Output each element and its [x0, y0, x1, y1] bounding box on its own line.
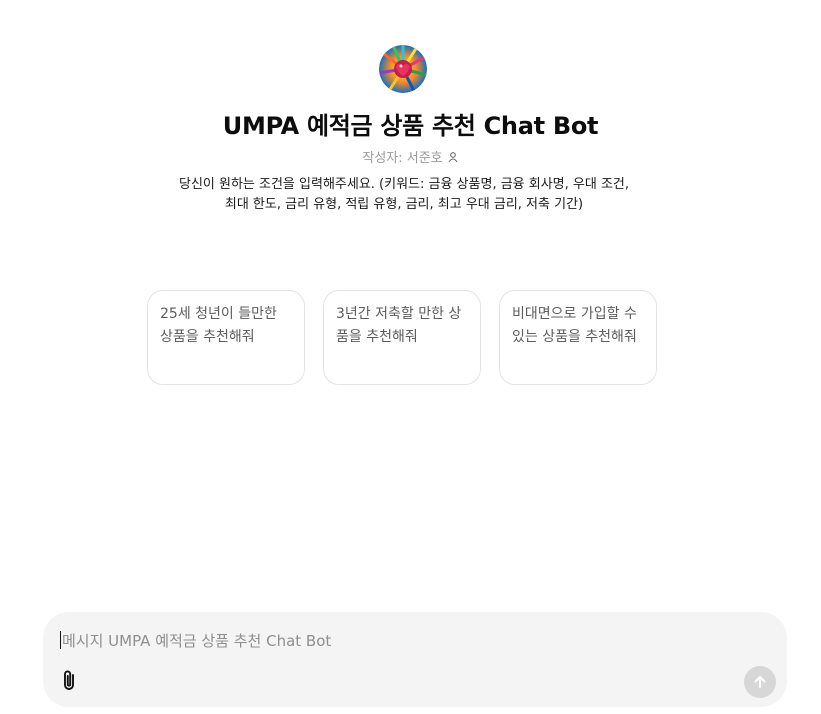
starter-card[interactable]: 25세 청년이 들만한 상품을 추천해줘 [147, 290, 305, 385]
starter-text: 비대면으로 가입할 수 있는 상품을 추천해줘 [512, 306, 637, 345]
gpt-description: 당신이 원하는 조건을 입력해주세요. (키워드: 금융 상품명, 금융 회사명… [178, 177, 630, 212]
paperclip-icon[interactable] [59, 669, 81, 693]
gpt-landing: UMPA 예적금 상품 추천 Chat Bot 작성자: 서준호 당신이 원하는… [0, 0, 821, 714]
send-button[interactable] [744, 666, 776, 698]
message-composer: 메시지 UMPA 예적금 상품 추천 Chat Bot [43, 612, 787, 707]
person-icon [447, 151, 459, 163]
gpt-title: UMPA 예적금 상품 추천 Chat Bot [222, 112, 599, 140]
message-placeholder: 메시지 UMPA 예적금 상품 추천 Chat Bot [62, 631, 332, 650]
arrow-up-icon [754, 676, 766, 688]
text-caret [60, 631, 61, 649]
message-input[interactable]: 메시지 UMPA 예적금 상품 추천 Chat Bot [60, 629, 760, 651]
gpt-avatar [379, 45, 427, 93]
starter-text: 25세 청년이 들만한 상품을 추천해줘 [160, 306, 277, 345]
starter-card[interactable]: 3년간 저축할 만한 상품을 추천해줘 [323, 290, 481, 385]
author-name: 작성자: 서준호 [362, 151, 443, 166]
starter-card[interactable]: 비대면으로 가입할 수 있는 상품을 추천해줘 [499, 290, 657, 385]
starter-text: 3년간 저축할 만한 상품을 추천해줘 [336, 306, 462, 345]
author-line: 작성자: 서준호 [0, 147, 821, 166]
